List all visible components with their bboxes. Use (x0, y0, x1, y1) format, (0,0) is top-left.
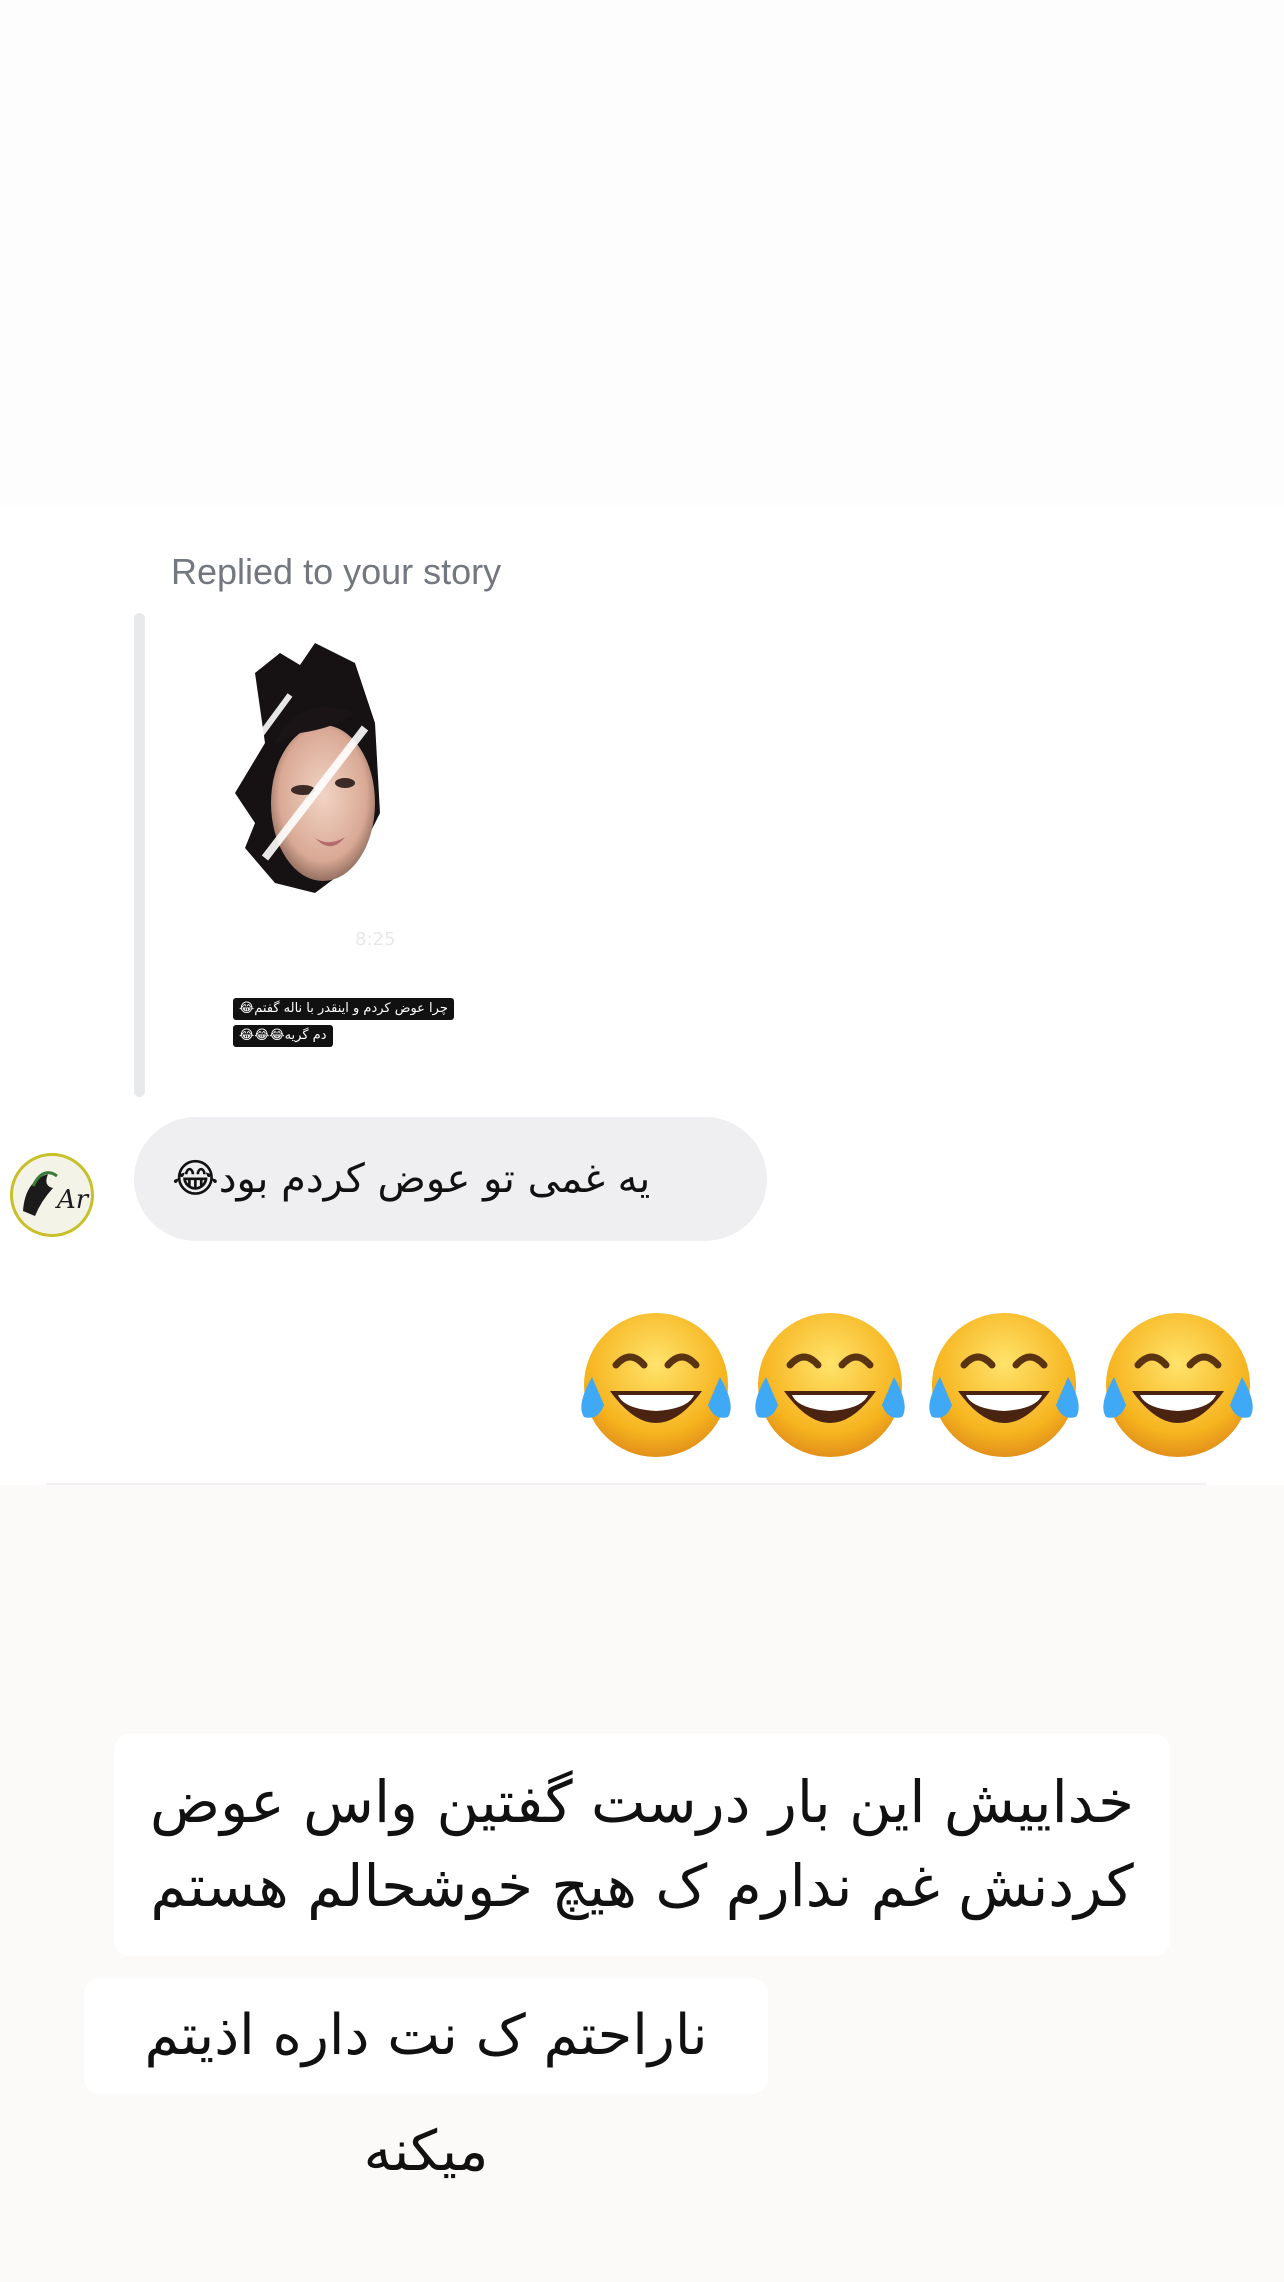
tears-of-joy-icon (755, 1313, 904, 1457)
tears-of-joy-icon (581, 1313, 731, 1457)
tears-of-joy-icon (929, 1313, 1078, 1457)
story-photo: 8:25 (235, 643, 395, 950)
tears-of-joy-icon (1103, 1313, 1252, 1457)
avatar-logo-icon: Ar (23, 1171, 90, 1216)
dm-screenshot: Replied to your story 8:25 چرا عوض کردم … (0, 505, 1284, 1485)
message-bubble[interactable]: یه غمی تو عوض کردم بود😂 (134, 1117, 767, 1241)
avatar-text: Ar (55, 1185, 90, 1215)
sender-avatar[interactable]: Ar (10, 1153, 94, 1237)
quote-bar (134, 613, 145, 1097)
story-text-note-1: خداییش این بار درست گفتین واس عوض کردنش … (114, 1734, 1170, 1956)
reaction-emoji-text: 😂😂😂😂 (570, 1305, 576, 1306)
story-thumbnail[interactable]: 8:25 چرا عوض کردم و اینقدر با ناله گفتم😂… (205, 633, 454, 1047)
story-caption-2: دم گریه😂😂😂 (233, 1025, 333, 1047)
top-blank-area (0, 0, 1284, 505)
replied-to-story-label: Replied to your story (171, 551, 502, 592)
story-text-note-2: ناراحتم ک نت داره اذیتم میکنه (84, 1978, 768, 2184)
svg-text:8:25: 8:25 (355, 929, 395, 950)
story-caption-1: چرا عوض کردم و اینقدر با ناله گفتم😂 (233, 998, 454, 1020)
reaction-emoji-row: 😂😂😂😂 (570, 1305, 1270, 1465)
message-text: یه غمی تو عوض کردم بود😂 (172, 1156, 651, 1202)
